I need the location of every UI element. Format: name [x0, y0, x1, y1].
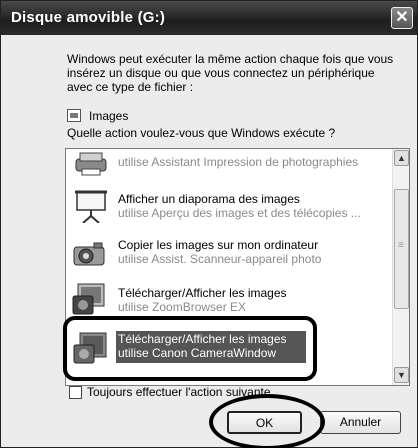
action-question: Quelle action voulez-vous que Windows ex… [67, 126, 336, 140]
action-title: Copier les images sur mon ordinateur [118, 238, 319, 252]
list-item[interactable]: Télécharger/Afficher les images utilise … [66, 277, 392, 321]
action-subtitle: utilise Assistant Impression de photogra… [118, 155, 359, 169]
chevron-up-icon: ▲ [397, 153, 406, 163]
cancel-button[interactable]: Annuler [320, 411, 401, 434]
action-subtitle: utilise Aperçu des images et des télécop… [118, 206, 361, 220]
window-title: Disque amovible (G:) [11, 9, 166, 26]
action-title: Afficher un diaporama des images [118, 192, 300, 206]
list-item[interactable]: Afficher un diaporama des images utilise… [66, 183, 392, 227]
close-button[interactable]: ✕ [391, 7, 413, 29]
list-item[interactable]: utilise Assistant Impression de photogra… [66, 149, 392, 179]
action-subtitle: utilise ZoomBrowser EX [118, 300, 247, 314]
highlight-annotation-ellipse [209, 394, 325, 448]
highlight-annotation-rectangle [63, 316, 317, 381]
autoplay-dialog: Disque amovible (G:) ✕ Windows peut exéc… [0, 0, 418, 448]
close-icon: ✕ [395, 9, 409, 26]
list-item[interactable]: Copier les images sur mon ordinateur uti… [66, 229, 392, 273]
scroll-down-button[interactable]: ▼ [394, 367, 409, 383]
intro-text: Windows peut exécuter la même action cha… [67, 52, 394, 94]
chevron-down-icon: ▼ [397, 370, 406, 380]
vertical-scrollbar[interactable]: ▲ ▼ [392, 149, 409, 385]
action-title: Télécharger/Afficher les images [118, 286, 287, 300]
image-file-icon [67, 109, 81, 122]
camera-icon [73, 242, 105, 266]
scroll-thumb[interactable] [394, 189, 409, 309]
projector-screen-icon [75, 190, 107, 223]
scroll-up-button[interactable]: ▲ [394, 150, 409, 166]
zoombrowser-icon [72, 283, 105, 315]
printer-icon [75, 152, 107, 176]
content-type-label: Images [89, 109, 129, 123]
action-subtitle: utilise Assist. Scanneur-appareil photo [118, 252, 322, 266]
title-bar[interactable]: Disque amovible (G:) ✕ [1, 1, 417, 35]
always-do-checkbox[interactable] [69, 386, 82, 399]
